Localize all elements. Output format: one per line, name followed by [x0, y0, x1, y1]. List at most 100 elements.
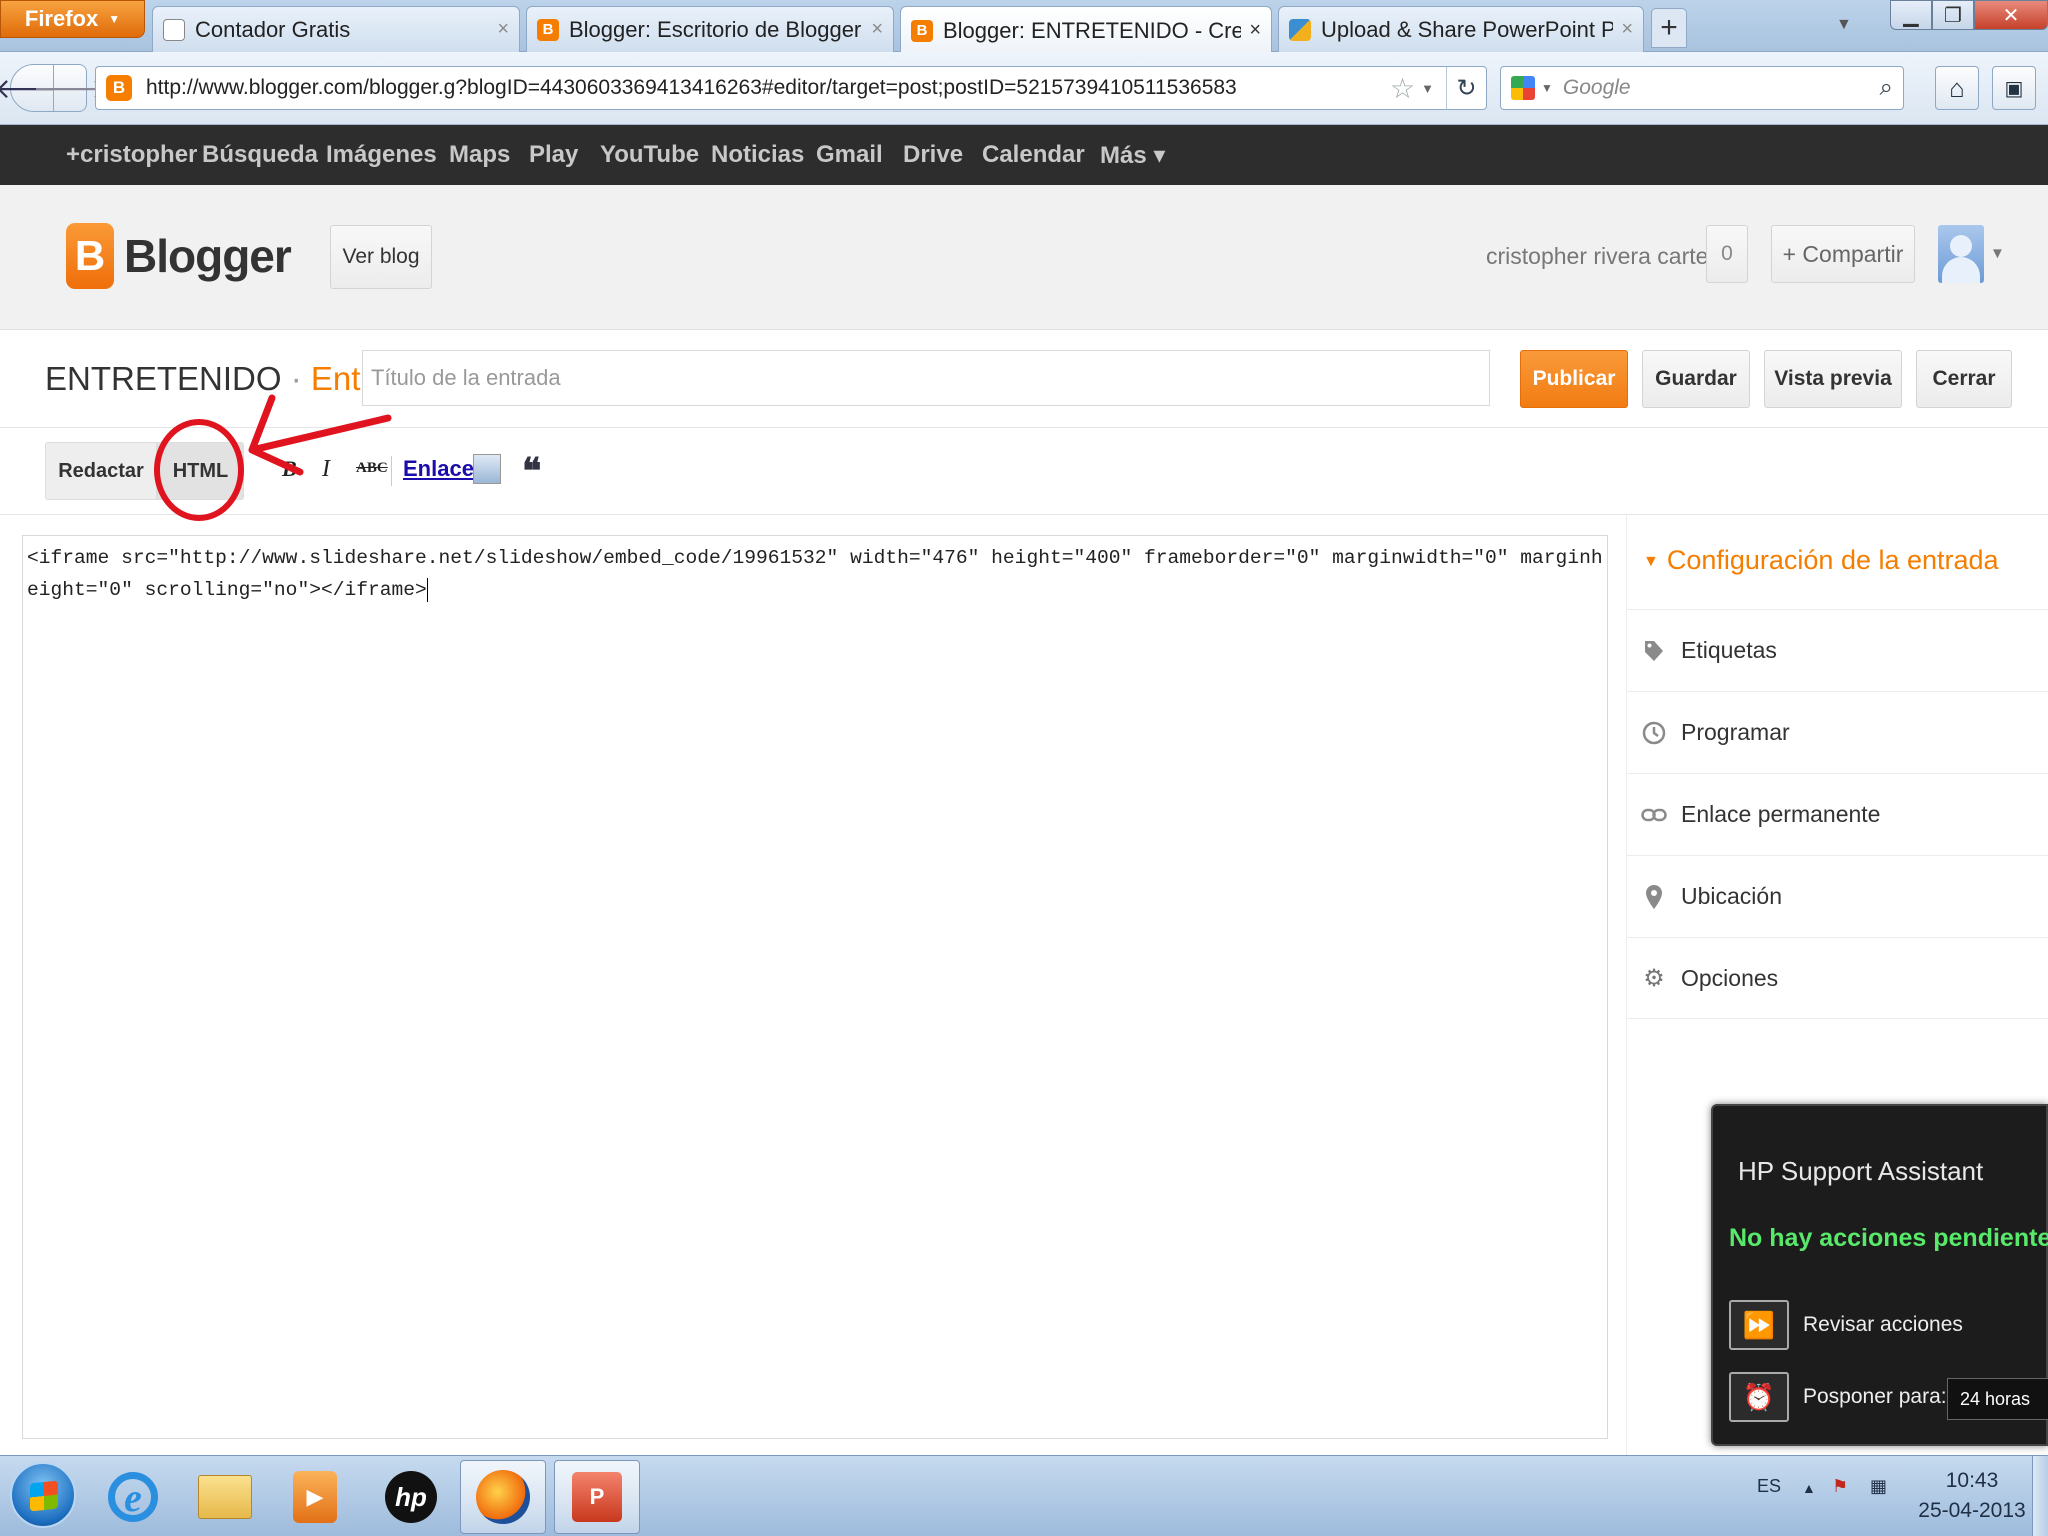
- action-center-flag-icon[interactable]: ⚑: [1832, 1476, 1848, 1497]
- show-hidden-icons-icon[interactable]: ▲: [1802, 1480, 1816, 1496]
- hp-review-label: Revisar acciones: [1803, 1313, 1963, 1336]
- hp-postpone-select[interactable]: 24 horas: [1947, 1378, 2048, 1420]
- close-icon[interactable]: ×: [1249, 19, 1261, 42]
- blogger-header: B Blogger Ver blog cristopher rivera car…: [0, 185, 2048, 330]
- system-clock[interactable]: 10:43 25-04-2013: [1912, 1466, 2032, 1526]
- gbar-item-drive[interactable]: Drive: [903, 141, 963, 169]
- url-text[interactable]: http://www.blogger.com/blogger.g?blogID=…: [146, 76, 1390, 100]
- location-pin-icon: [1641, 884, 1667, 910]
- close-icon[interactable]: ×: [1621, 18, 1633, 41]
- gbar-item-more[interactable]: Más ▾: [1100, 141, 1165, 170]
- compose-mode-button[interactable]: Redactar: [45, 442, 157, 500]
- close-icon[interactable]: ×: [497, 18, 509, 41]
- url-history-chevron-icon[interactable]: ▼: [1421, 81, 1434, 96]
- start-button[interactable]: [10, 1462, 76, 1528]
- strikethrough-button[interactable]: ABC: [356, 460, 388, 477]
- sidebar-item-label: Enlace permanente: [1681, 801, 1881, 827]
- save-button[interactable]: Guardar: [1642, 350, 1750, 408]
- tab-list-chevron-icon[interactable]: ▼: [1836, 16, 1852, 34]
- forward-button[interactable]: 🡒: [32, 64, 108, 112]
- slideshare-icon: [1289, 18, 1311, 41]
- chevron-down-icon: ▼: [108, 12, 121, 26]
- gbar-item-youtube[interactable]: YouTube: [600, 141, 699, 169]
- gbar-item-search[interactable]: Búsqueda: [202, 141, 318, 169]
- gbar-item-play[interactable]: Play: [529, 141, 578, 169]
- sidebar-item-schedule[interactable]: Programar: [1627, 691, 2048, 773]
- taskbar-hp-app[interactable]: hp: [368, 1460, 454, 1534]
- fast-forward-icon: ⏩: [1729, 1300, 1789, 1350]
- document-icon: [163, 18, 185, 41]
- firefox-menu-button[interactable]: Firefox ▼: [0, 0, 145, 38]
- gbar-item-profile[interactable]: +cristopher: [66, 141, 197, 169]
- avatar[interactable]: [1938, 225, 1984, 283]
- taskbar-powerpoint[interactable]: P: [554, 1460, 640, 1534]
- reload-icon[interactable]: ↻: [1446, 67, 1486, 109]
- gbar-item-calendar[interactable]: Calendar: [982, 141, 1085, 169]
- google-bar: +cristopher Búsqueda Imágenes Maps Play …: [0, 125, 2048, 185]
- bookmarks-button[interactable]: ▣: [1992, 66, 2036, 110]
- blogger-icon: B: [537, 18, 559, 41]
- view-blog-button[interactable]: Ver blog: [330, 225, 432, 289]
- insert-image-icon[interactable]: [473, 454, 501, 484]
- sidebar-item-labels[interactable]: Etiquetas: [1627, 609, 2048, 691]
- sidebar-item-location[interactable]: Ubicación: [1627, 855, 2048, 937]
- new-tab-button[interactable]: +: [1651, 8, 1687, 48]
- gbar-item-images[interactable]: Imágenes: [326, 141, 437, 169]
- window-close-button[interactable]: ✕: [1974, 0, 2048, 30]
- firefox-icon: [476, 1470, 530, 1524]
- show-desktop-button[interactable]: [2032, 1456, 2048, 1536]
- address-bar[interactable]: B http://www.blogger.com/blogger.g?blogI…: [95, 66, 1487, 110]
- search-box[interactable]: ▼ Google ⌕: [1500, 66, 1904, 110]
- preview-button[interactable]: Vista previa: [1764, 350, 1902, 408]
- notifications-count-button[interactable]: 0: [1706, 225, 1748, 283]
- blogger-icon: B: [106, 75, 132, 101]
- gbar-item-maps[interactable]: Maps: [449, 141, 510, 169]
- insert-link-button[interactable]: Enlace: [403, 456, 474, 482]
- language-indicator[interactable]: ES: [1757, 1476, 1781, 1497]
- home-button[interactable]: ⌂: [1935, 66, 1979, 110]
- gbar-item-gmail[interactable]: Gmail: [816, 141, 883, 169]
- clock-date: 25-04-2013: [1918, 1499, 2026, 1522]
- browser-tab-contador[interactable]: Contador Gratis ×: [152, 6, 520, 52]
- hp-postpone-label: Posponer para:: [1803, 1385, 1947, 1408]
- italic-button[interactable]: I: [322, 456, 330, 483]
- blockquote-icon[interactable]: ❝: [522, 450, 541, 492]
- hp-review-actions[interactable]: ⏩ Revisar acciones: [1729, 1300, 1963, 1350]
- tab-title: Blogger: ENTRETENIDO - Crear entrada: [943, 17, 1241, 43]
- close-button[interactable]: Cerrar: [1916, 350, 2012, 408]
- taskbar-internet-explorer[interactable]: e: [90, 1460, 176, 1534]
- search-engine-chevron-icon[interactable]: ▼: [1541, 81, 1553, 95]
- window-maximize-button[interactable]: ❐: [1932, 0, 1974, 30]
- taskbar-file-explorer[interactable]: [182, 1460, 268, 1534]
- tab-title: Blogger: Escritorio de Blogger: [569, 16, 862, 42]
- bookmark-star-icon[interactable]: ☆: [1390, 72, 1415, 105]
- sidebar-item-label: Etiquetas: [1681, 637, 1777, 663]
- browser-tab-blogger-dashboard[interactable]: B Blogger: Escritorio de Blogger ×: [526, 6, 894, 52]
- browser-tab-blogger-new-post[interactable]: B Blogger: ENTRETENIDO - Crear entrada ×: [900, 6, 1272, 54]
- html-editor-textarea[interactable]: <iframe src="http://www.slideshare.net/s…: [22, 535, 1608, 1439]
- window-minimize-button[interactable]: ▁: [1890, 0, 1932, 30]
- close-icon[interactable]: ×: [871, 18, 883, 41]
- search-icon[interactable]: ⌕: [1880, 74, 1893, 102]
- publish-button[interactable]: Publicar: [1520, 350, 1628, 408]
- network-icon[interactable]: ▦: [1870, 1476, 1887, 1497]
- bold-button[interactable]: B: [282, 456, 297, 482]
- browser-tab-slideshare[interactable]: Upload & Share PowerPoint Presenta... ×: [1278, 6, 1644, 52]
- taskbar-firefox[interactable]: [460, 1460, 546, 1534]
- post-title-input[interactable]: [362, 350, 1490, 406]
- browser-tab-strip: Firefox ▼ Contador Gratis × B Blogger: E…: [0, 0, 2048, 54]
- firefox-menu-label: Firefox: [24, 6, 99, 31]
- account-chevron-down-icon[interactable]: ▼: [1990, 245, 2005, 262]
- share-button[interactable]: + Compartir: [1771, 225, 1915, 283]
- alarm-clock-icon: ⏰: [1729, 1372, 1789, 1422]
- sidebar-item-options[interactable]: ⚙ Opciones: [1627, 937, 2048, 1019]
- clock-time: 10:43: [1945, 1469, 1999, 1492]
- html-mode-button[interactable]: HTML: [157, 442, 244, 500]
- sidebar-item-permalink[interactable]: Enlace permanente: [1627, 773, 2048, 855]
- taskbar-media-player[interactable]: ▶: [272, 1460, 358, 1534]
- hp-support-popup: HP Support Assistant No hay acciones pen…: [1711, 1104, 2048, 1446]
- gbar-item-news[interactable]: Noticias: [711, 141, 804, 169]
- blogger-logo[interactable]: B Blogger: [66, 223, 292, 289]
- user-name[interactable]: cristopher rivera cartes: [1486, 243, 1720, 270]
- post-settings-heading[interactable]: ▼ Configuración de la entrada: [1643, 545, 1999, 576]
